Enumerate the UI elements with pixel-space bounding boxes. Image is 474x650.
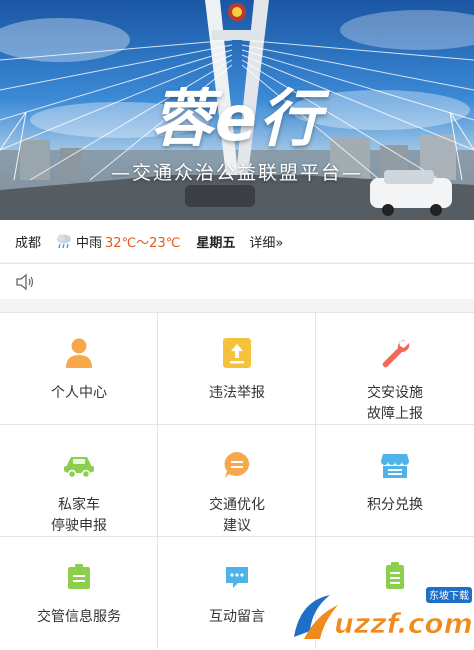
weather-condition: 中雨 xyxy=(76,235,103,251)
report-upload-icon xyxy=(223,338,251,368)
person-icon xyxy=(66,338,92,368)
app-subtitle: —交通众治公益联盟平台— xyxy=(110,162,363,184)
grid-item-label: 个人中心 xyxy=(51,385,107,401)
grid-item-violation-report[interactable]: 违法举报 xyxy=(158,313,316,425)
info-box-icon xyxy=(68,564,90,589)
grid-item-personal-center[interactable]: 个人中心 xyxy=(0,313,158,425)
grid-item-label: 交管信息服务 xyxy=(37,609,121,625)
chat-bubble-icon xyxy=(224,452,250,478)
weather-bar: 成都 中雨 32℃～23℃ 星期五 详细» xyxy=(0,220,474,262)
speaker-icon xyxy=(16,273,34,290)
grid-item-points-exchange[interactable]: 积分兑换 xyxy=(316,425,474,537)
grid-item-facility-fault-report[interactable]: 交安设施 故障上报 xyxy=(316,313,474,425)
city-label[interactable]: 成都 xyxy=(15,232,41,251)
grid-item-label: 交安设施 故障上报 xyxy=(367,385,423,422)
rain-cloud-icon xyxy=(57,234,72,249)
grid-item-traffic-suggestion[interactable]: 交通优化 建议 xyxy=(158,425,316,537)
svg-text:东坡下载: 东坡下载 xyxy=(429,589,469,602)
app-title: 蓉e行 xyxy=(150,82,324,155)
notice-bar[interactable] xyxy=(0,263,474,299)
grid-item-label: 私家车 停驶申报 xyxy=(51,497,107,534)
grid-item-label: 违法举报 xyxy=(209,385,265,401)
uzzf-watermark-logo: 东坡下载 uzzf.com xyxy=(294,587,473,640)
grid-item-label: 交通优化 建议 xyxy=(209,497,265,534)
weekday-label: 星期五 xyxy=(196,235,236,251)
temperature-range: 32℃～23℃ xyxy=(105,235,181,251)
svg-text:uzzf.com: uzzf.com xyxy=(334,607,473,640)
grid-item-traffic-info-service[interactable]: 交管信息服务 xyxy=(0,537,158,649)
message-icon xyxy=(226,567,248,588)
shop-icon xyxy=(381,454,409,478)
app-screen: 蓉e行 —交通众治公益联盟平台— 成都 中雨 32℃～23℃ 星期五 详细» 个… xyxy=(0,0,474,650)
car-icon xyxy=(64,457,94,479)
wrench-icon xyxy=(382,339,410,368)
banner[interactable]: 蓉e行 —交通众治公益联盟平台— xyxy=(0,0,474,220)
grid-item-label: 积分兑换 xyxy=(367,497,423,513)
weather-detail-link[interactable]: 详细» xyxy=(249,232,283,251)
grid-item-private-car-suspension[interactable]: 私家车 停驶申报 xyxy=(0,425,158,537)
